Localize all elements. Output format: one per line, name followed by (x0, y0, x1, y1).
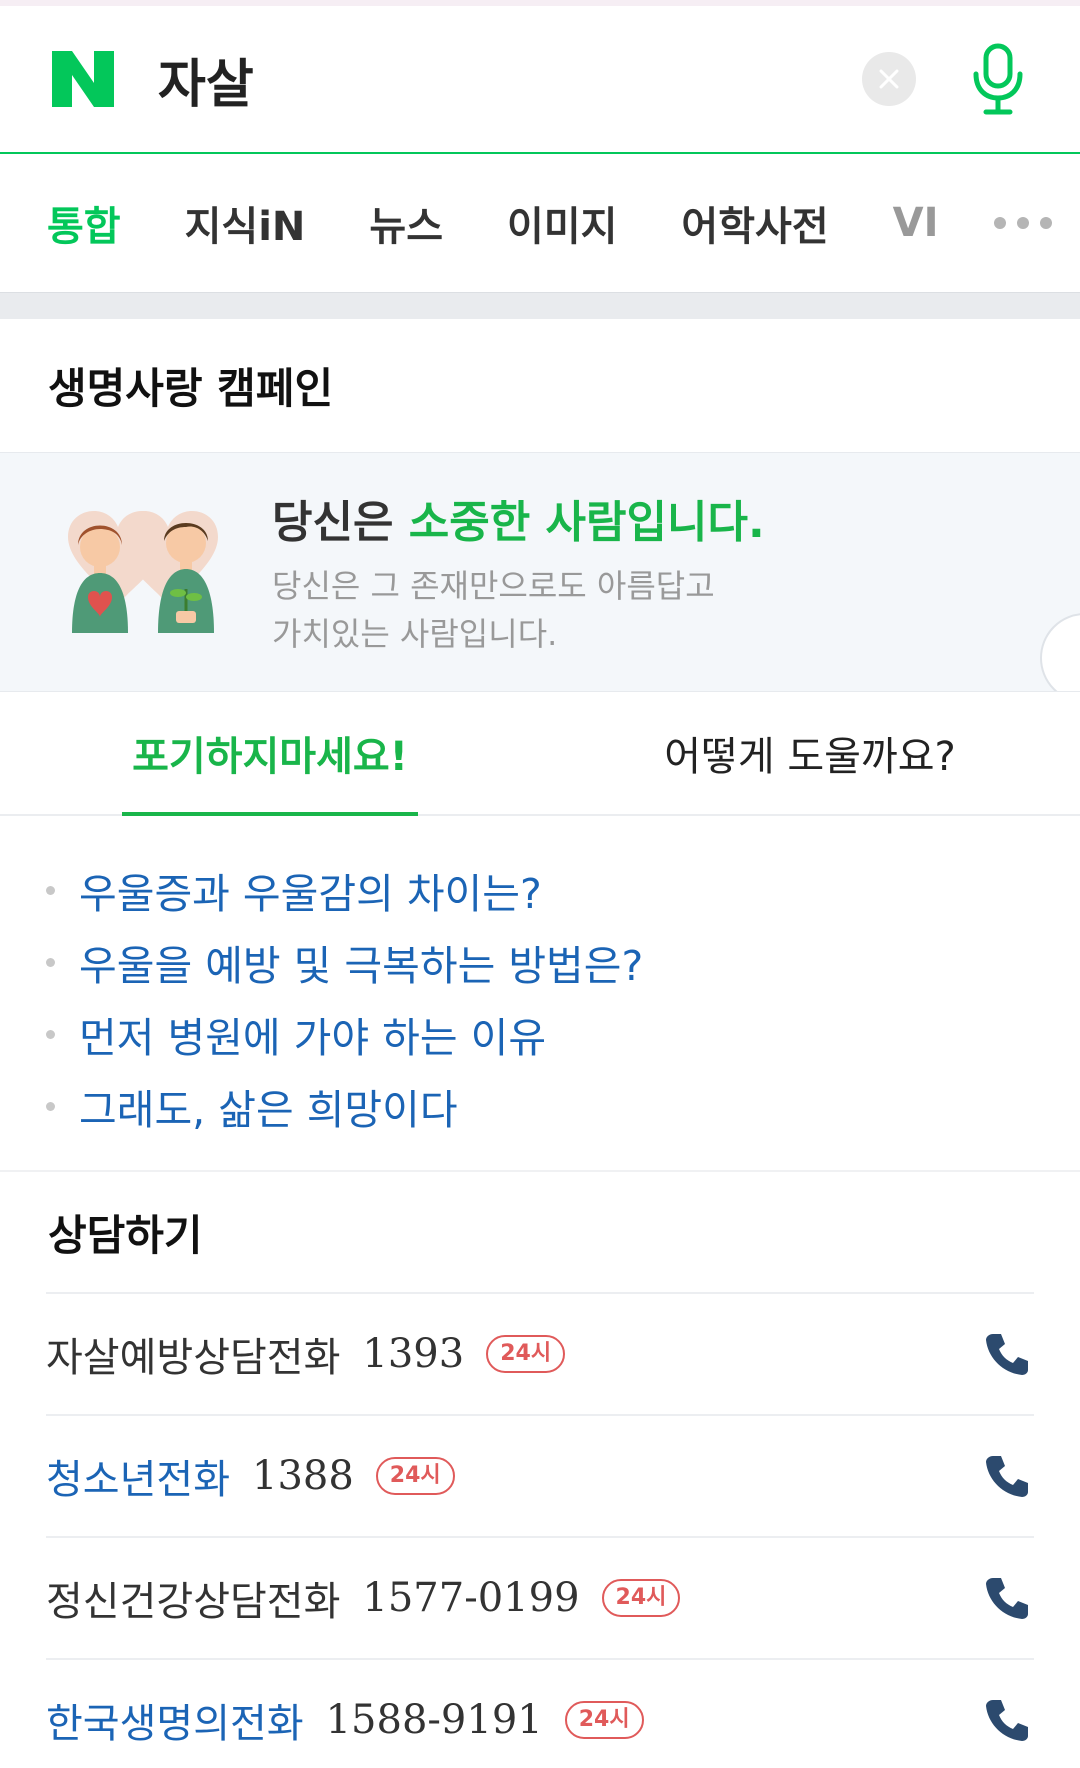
naver-logo-icon[interactable] (50, 49, 116, 109)
counsel-name[interactable]: 청소년전화 (46, 1447, 230, 1505)
list-item[interactable]: 먼저 병원에 가야 하는 이유 (46, 998, 1080, 1070)
campaign-title: 생명사랑 캠페인 (48, 364, 334, 413)
campaign-subtabs: 포기하지마세요! 어떻게 도울까요? (0, 692, 1080, 816)
phone-icon[interactable] (980, 1693, 1034, 1747)
counsel-number: 1577-0199 (362, 1575, 580, 1621)
list-item[interactable]: 그래도, 삶은 희망이다 (46, 1070, 1080, 1142)
bullet-icon (46, 1029, 55, 1039)
counsel-name: 정신건강상담전화 (46, 1579, 341, 1625)
bullet-icon (46, 957, 55, 967)
counsel-row-mental-health[interactable]: 정신건강상담전화 1577-0199 24시 (46, 1536, 1034, 1658)
counsel-title: 상담하기 (48, 1210, 203, 1260)
section-divider (0, 292, 1080, 319)
tab-knowledge-in[interactable]: 지식iN (185, 194, 306, 252)
campaign-link-list: 우울증과 우울감의 차이는? 우울을 예방 및 극복하는 방법은? 먼저 병원에… (0, 816, 1080, 1172)
link-text[interactable]: 그래도, 삶은 희망이다 (79, 1076, 458, 1136)
clear-icon[interactable] (862, 52, 916, 106)
24h-badge: 24시 (486, 1335, 566, 1373)
campaign-sub-line1: 당신은 그 존재만으로도 아름답고 (272, 567, 715, 605)
link-text[interactable]: 먼저 병원에 가야 하는 이유 (79, 1004, 546, 1064)
campaign-sub-line2: 가치있는 사람입니다. (272, 615, 558, 653)
mic-icon[interactable] (966, 39, 1030, 119)
campaign-banner[interactable]: 당신은 소중한 사람입니다. 당신은 그 존재만으로도 아름답고 가치있는 사람… (0, 452, 1080, 692)
24h-badge: 24시 (601, 1579, 681, 1617)
phone-icon[interactable] (980, 1327, 1034, 1381)
counsel-name[interactable]: 한국생명의전화 (46, 1691, 304, 1749)
link-text[interactable]: 우울증과 우울감의 차이는? (79, 860, 542, 920)
more-icon[interactable] (974, 217, 1052, 229)
counsel-row-suicide-prevention[interactable]: 자살예방상담전화 1393 24시 (46, 1292, 1034, 1414)
counsel-row-youth[interactable]: 청소년전화 1388 24시 (46, 1414, 1034, 1536)
tab-dictionary[interactable]: 어학사전 (681, 194, 828, 252)
counsel-number: 1393 (362, 1331, 465, 1377)
subtab-how-to-help[interactable]: 어떻게 도울까요? (540, 692, 1080, 814)
tab-news[interactable]: 뉴스 (369, 194, 443, 252)
search-input[interactable]: 자살 (158, 42, 862, 117)
counsel-name: 자살예방상담전화 (46, 1335, 341, 1381)
campaign-subtext: 당신은 그 존재만으로도 아름답고 가치있는 사람입니다. (272, 562, 765, 658)
link-text[interactable]: 우울을 예방 및 극복하는 방법은? (79, 932, 643, 992)
counsel-number: 1388 (252, 1453, 354, 1499)
headline-prefix: 당신은 (272, 497, 394, 548)
search-bar: 자살 (0, 6, 1080, 154)
bullet-icon (46, 1101, 55, 1111)
list-item[interactable]: 우울을 예방 및 극복하는 방법은? (46, 926, 1080, 998)
counsel-list: 자살예방상담전화 1393 24시 청소년전화 1388 24시 정신건강상담전… (0, 1292, 1080, 1768)
side-scroll-handle[interactable] (1040, 613, 1080, 691)
list-item[interactable]: 우울증과 우울감의 차이는? (46, 854, 1080, 926)
search-tabs: 통합 지식iN 뉴스 이미지 어학사전 VI (0, 154, 1080, 292)
24h-badge: 24시 (564, 1701, 644, 1739)
counsel-row-lifeline[interactable]: 한국생명의전화 1588-9191 24시 (46, 1658, 1034, 1768)
headline-highlight: 소중한 사람입니다. (408, 497, 765, 548)
counsel-number: 1588-9191 (325, 1697, 543, 1743)
phone-icon[interactable] (980, 1571, 1034, 1625)
bullet-icon (46, 885, 55, 895)
24h-badge: 24시 (375, 1457, 455, 1495)
tab-integrated[interactable]: 통합 (47, 194, 121, 252)
tab-images[interactable]: 이미지 (507, 194, 617, 252)
tab-video[interactable]: VI (893, 200, 939, 246)
subtab-dont-give-up[interactable]: 포기하지마세요! (0, 692, 540, 814)
couple-illustration-icon (48, 497, 234, 647)
campaign-headline: 당신은 소중한 사람입니다. (272, 486, 765, 550)
phone-icon[interactable] (980, 1449, 1034, 1503)
